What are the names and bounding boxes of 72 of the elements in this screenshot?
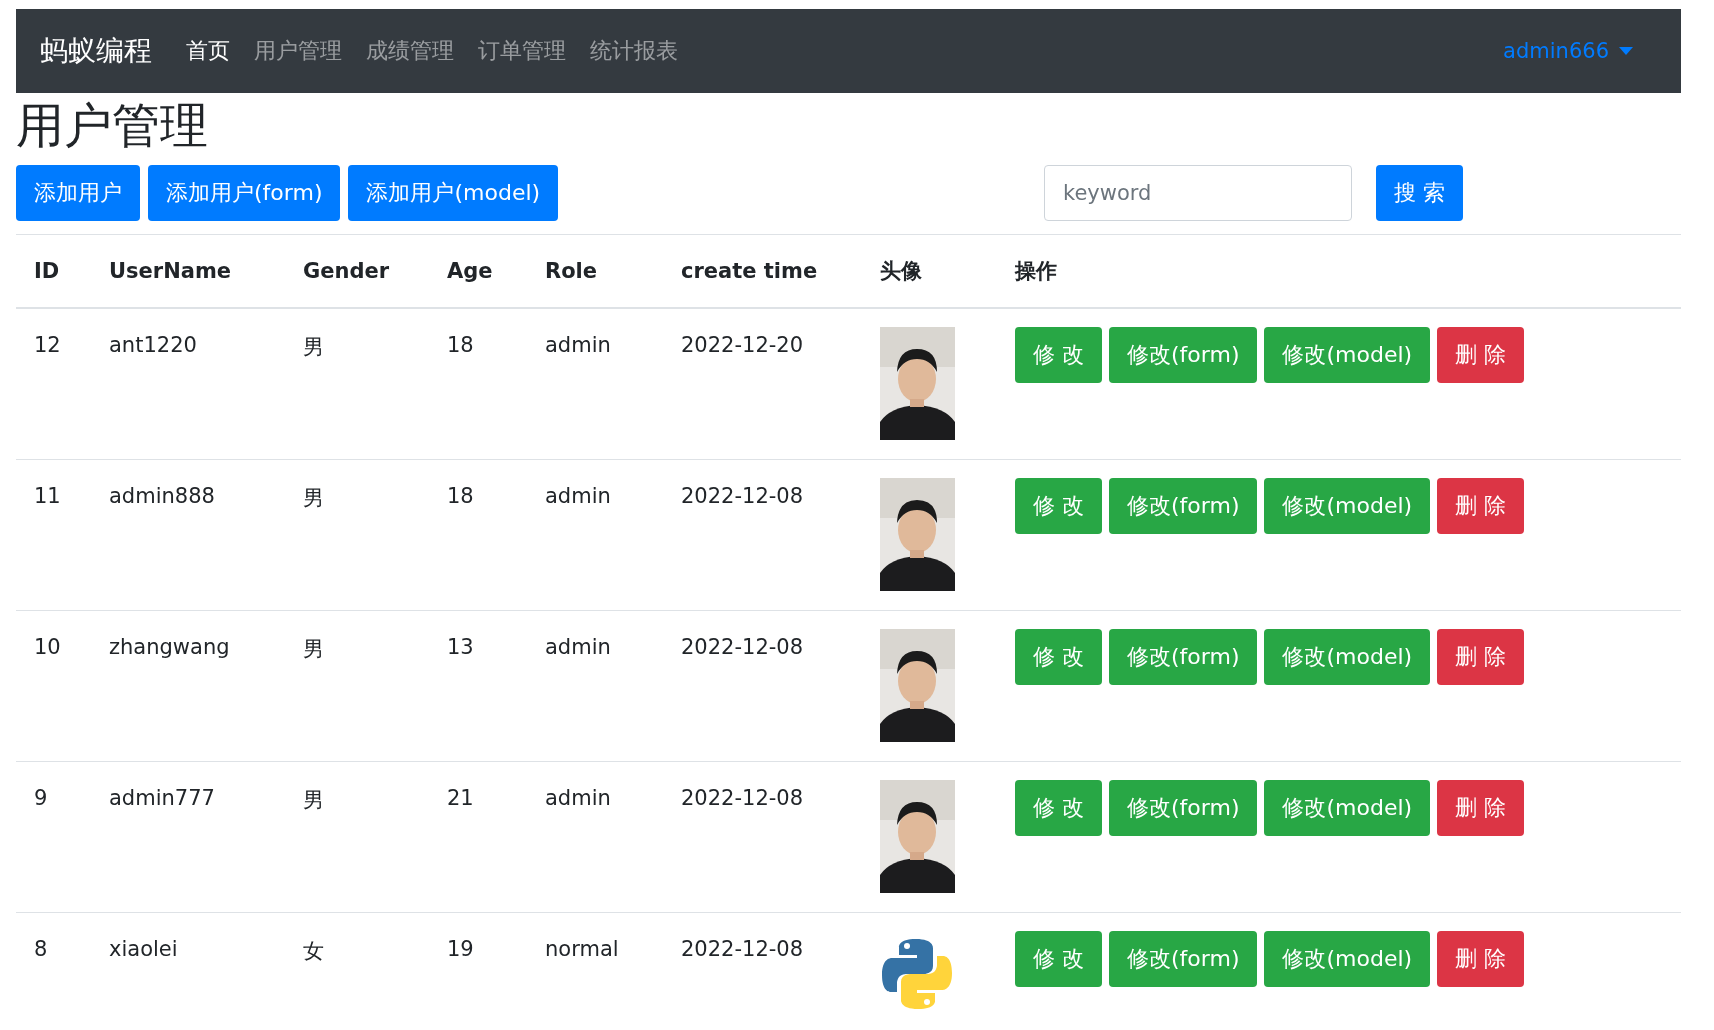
table-cell-text: 11 xyxy=(33,482,62,508)
table-cell-text: ant1220 xyxy=(108,331,198,357)
edit-button[interactable]: 修 改 xyxy=(1015,326,1102,383)
table-cell-text: 2022-12-08 xyxy=(680,633,805,659)
table-cell-text: 8 xyxy=(33,935,49,961)
edit-button[interactable]: 修 改 xyxy=(1015,628,1102,685)
column-header: UserName xyxy=(108,258,233,283)
table-cell-text: 9 xyxy=(33,784,49,810)
table-cell-text: 2022-12-08 xyxy=(680,935,805,961)
table-cell-text: 男 xyxy=(302,484,325,512)
edit-button[interactable]: 修 改 xyxy=(1015,477,1102,534)
table-cell-text: admin xyxy=(544,331,612,357)
nav-link[interactable]: 首页 xyxy=(174,36,242,66)
nav-link[interactable]: 成绩管理 xyxy=(354,36,466,66)
table-cell-text: 19 xyxy=(446,935,475,961)
table-cell-text: admin777 xyxy=(108,784,216,810)
table-cell-text: admin xyxy=(544,482,612,508)
edit-button[interactable]: 修 改 xyxy=(1015,779,1102,836)
table-cell-text: 2022-12-08 xyxy=(680,784,805,810)
table-cell-text: 男 xyxy=(302,333,325,361)
table-cell-text: 18 xyxy=(446,331,475,357)
edit-button[interactable]: 修改(model) xyxy=(1264,326,1431,383)
delete-button[interactable]: 删 除 xyxy=(1437,477,1525,534)
edit-button[interactable]: 修改(form) xyxy=(1109,779,1258,836)
column-header: Gender xyxy=(302,258,391,283)
delete-button[interactable]: 删 除 xyxy=(1437,779,1525,836)
column-header: ID xyxy=(33,258,61,283)
table-cell-text: 12 xyxy=(33,331,62,357)
delete-button[interactable]: 删 除 xyxy=(1437,930,1525,987)
table-cell-text: admin888 xyxy=(108,482,216,508)
table-cell-text: 13 xyxy=(446,633,475,659)
table-cell-text: 18 xyxy=(446,482,475,508)
table-cell-text: zhangwang xyxy=(108,633,231,659)
column-header: Role xyxy=(544,258,599,283)
column-header: 头像 xyxy=(879,257,923,285)
table-cell-text: admin xyxy=(544,784,612,810)
edit-button[interactable]: 修改(model) xyxy=(1264,930,1431,987)
search-field[interactable]: keyword xyxy=(1044,164,1352,221)
edit-button[interactable]: 修改(model) xyxy=(1264,779,1431,836)
table-cell-text: admin xyxy=(544,633,612,659)
nav-link[interactable]: 统计报表 xyxy=(578,36,690,66)
edit-button[interactable]: 修改(form) xyxy=(1109,477,1258,534)
table-cell-text: 女 xyxy=(302,937,325,965)
nav-link[interactable]: 用户管理 xyxy=(242,36,354,66)
add-user-button[interactable]: 添加用户(form) xyxy=(148,164,341,221)
search-button[interactable]: 搜 索 xyxy=(1376,164,1463,221)
table-cell-text: xiaolei xyxy=(108,935,179,961)
edit-button[interactable]: 修改(form) xyxy=(1109,326,1258,383)
table-cell-text: normal xyxy=(544,935,620,961)
user-menu[interactable]: admin666 xyxy=(1503,39,1633,63)
table-cell-text: 2022-12-20 xyxy=(680,331,805,357)
column-header: Age xyxy=(446,258,494,283)
delete-button[interactable]: 删 除 xyxy=(1437,326,1525,383)
edit-button[interactable]: 修改(form) xyxy=(1109,930,1258,987)
edit-button[interactable]: 修 改 xyxy=(1015,930,1102,987)
table-cell-text: 2022-12-08 xyxy=(680,482,805,508)
table-cell-text: 男 xyxy=(302,635,325,663)
add-user-button[interactable]: 添加用户(model) xyxy=(348,164,559,221)
edit-button[interactable]: 修改(model) xyxy=(1264,477,1431,534)
edit-button[interactable]: 修改(model) xyxy=(1264,628,1431,685)
add-user-button[interactable]: 添加用户 xyxy=(16,164,140,221)
table-cell-text: 10 xyxy=(33,633,62,659)
page-title: 用户管理 xyxy=(16,97,209,155)
delete-button[interactable]: 删 除 xyxy=(1437,628,1525,685)
edit-button[interactable]: 修改(form) xyxy=(1109,628,1258,685)
table-cell-text: 男 xyxy=(302,786,325,814)
column-header: 操作 xyxy=(1013,257,1058,285)
caret-icon xyxy=(1619,47,1633,55)
table-cell-text: 21 xyxy=(446,784,475,810)
nav-link[interactable]: 订单管理 xyxy=(466,36,578,66)
column-header: create time xyxy=(680,258,819,283)
brand-name[interactable]: 蚂蚁编程 xyxy=(40,32,152,70)
